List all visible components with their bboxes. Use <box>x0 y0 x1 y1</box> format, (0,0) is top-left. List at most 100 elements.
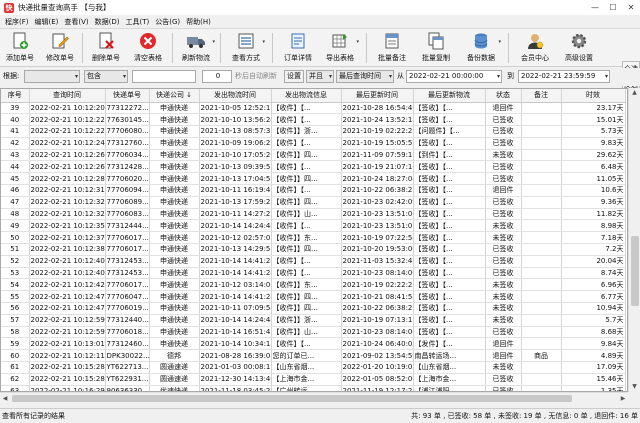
table-row[interactable]: 50 2022-02-21 10:12:37 77706017... 申通快递 2021… <box>1 231 626 245</box>
cell-query-time: 2022-02-21 10:12:28 <box>29 172 106 186</box>
table-row[interactable]: 43 2022-02-21 10:12:26 77706034... 申通快递 2021… <box>1 149 626 162</box>
table-row[interactable]: 63 2022-02-21 10:16:29 90636330... 优速快递 2021… <box>1 385 626 391</box>
auto-refresh-settings-button[interactable]: 设置 <box>284 70 304 83</box>
cell-tracking-number: 77706017... <box>105 231 150 245</box>
to-datetime-picker[interactable]: 2022-02-21 23:59:59 ▾ <box>518 70 610 83</box>
chevron-down-icon: ▾ <box>262 39 265 45</box>
cell-note <box>521 208 562 221</box>
export-table-button[interactable]: 导出表格 ▾ <box>322 31 359 66</box>
scroll-left-arrow-icon[interactable]: ◀ <box>0 393 10 404</box>
menu-notice[interactable]: 公告(G) <box>152 17 183 27</box>
table-row[interactable]: 41 2022-02-21 10:12:22 77706080... 申通快递 2021… <box>1 125 626 138</box>
table-row[interactable]: 44 2022-02-21 10:12:26 77312428... 申通快递 2021… <box>1 160 626 174</box>
title-bar[interactable]: 快 快递批量查询高手 【与我】 — ☐ ✕ <box>0 0 640 15</box>
table-row[interactable]: 59 2022-02-21 10:13:01 77312460... 申通快递 2021… <box>1 337 626 351</box>
table-row[interactable]: 60 2022-02-21 10:12:11 DPK30022... 德邦 2021-0… <box>1 349 626 363</box>
maximize-button[interactable]: ☐ <box>604 0 622 15</box>
table-row[interactable]: 48 2022-02-21 10:12:32 77706083... 申通快递 2021… <box>1 208 626 221</box>
view-mode-button[interactable]: 查看方式 ▾ <box>228 31 265 66</box>
scroll-right-arrow-icon[interactable]: ▶ <box>618 393 628 404</box>
cell-tracking-number: 77706080... <box>105 125 150 138</box>
col-header-index[interactable]: 序号 <box>1 89 30 103</box>
cell-ship-info: 【收件】】四... <box>271 149 342 162</box>
menu-view[interactable]: 查看(V) <box>61 17 91 27</box>
table-row[interactable]: 61 2022-02-21 10:15:28 YT622713... 圆通速递 2021… <box>1 361 626 374</box>
cell-ship-info: 【上海市金... <box>271 373 342 386</box>
table-row[interactable]: 45 2022-02-21 10:12:28 77706020... 申通快递 2021… <box>1 172 626 186</box>
cell-duration: 9.36天 <box>561 196 626 209</box>
table-row[interactable]: 62 2022-02-21 10:15:28 YT622931... 圆通速递 2021… <box>1 373 626 386</box>
col-header-last-update-info[interactable]: 最后更新物流 <box>413 89 486 103</box>
table-row[interactable]: 52 2022-02-21 10:12:40 77312453... 申通快递 2021… <box>1 255 626 268</box>
edit-number-button[interactable]: 修改单号 <box>44 31 76 66</box>
cell-tracking-number: 77312272... <box>105 102 150 115</box>
cell-query-time: 2022-02-21 10:12:22 <box>29 125 106 138</box>
filter-keyword-input[interactable] <box>132 70 196 83</box>
col-header-status[interactable]: 状态 <box>485 89 522 103</box>
col-header-courier[interactable]: 快递公司 ↓ <box>149 89 200 103</box>
member-center-button[interactable]: 会员中心 <box>516 31 554 66</box>
table-row[interactable]: 57 2022-02-21 10:12:59 77312440... 申通快递 2021… <box>1 314 626 327</box>
cell-courier: 申通快递 <box>149 184 200 197</box>
filter-field-select[interactable]: ▾ <box>24 70 80 83</box>
menu-data[interactable]: 数据(D) <box>92 17 123 27</box>
col-header-duration[interactable]: 时效 <box>561 89 626 103</box>
clear-table-button[interactable]: 清空表格 <box>130 31 166 66</box>
table-row[interactable]: 53 2022-02-21 10:12:40 77312453... 申通快递 2021… <box>1 267 626 280</box>
delete-number-button[interactable]: 删除单号 <box>90 31 122 66</box>
table-row[interactable]: 54 2022-02-21 10:12:42 77706017... 申通快递 2021… <box>1 278 626 292</box>
menu-help[interactable]: 帮助(H) <box>183 17 214 27</box>
cell-last-update-time: 2021-10-23 13:51:01 <box>341 219 414 233</box>
filter-logic-select[interactable]: 并且 ▾ <box>306 70 334 83</box>
table-row[interactable]: 47 2022-02-21 10:12:32 77706089... 申通快递 2021… <box>1 196 626 209</box>
table-row[interactable]: 55 2022-02-21 10:12:47 77706047... 申通快递 2021… <box>1 290 626 304</box>
cell-query-time: 2022-02-21 10:15:28 <box>29 373 106 386</box>
backup-data-button[interactable]: 备份数据 ▾ <box>462 31 501 66</box>
cell-last-update-time: 2021-10-23 08:14:00 <box>341 326 414 339</box>
add-number-button[interactable]: 添加单号 <box>4 31 36 66</box>
time-field-select[interactable]: 最后查询时间 ▾ <box>336 70 394 83</box>
order-detail-button[interactable]: 订单详情 <box>280 31 316 66</box>
filter-match-select[interactable]: 包含 ▾ <box>84 70 128 83</box>
minimize-button[interactable]: — <box>586 0 604 15</box>
batch-note-button[interactable]: 批量备注 <box>374 31 410 66</box>
close-button[interactable]: ✕ <box>622 0 640 15</box>
menu-edit[interactable]: 编辑(E) <box>32 17 62 27</box>
col-header-ship-time[interactable]: 发出物流时间 <box>199 89 272 103</box>
table-row[interactable]: 40 2022-02-21 10:12:22 77630145... 申通快递 2021… <box>1 113 626 127</box>
table-row[interactable]: 51 2022-02-21 10:12:38 77706017... 申通快递 2021… <box>1 243 626 256</box>
chevron-down-icon: ▾ <box>388 73 392 80</box>
col-header-tracking-number[interactable]: 快递单号 <box>105 89 150 103</box>
cell-index: 53 <box>1 267 30 280</box>
vertical-scrollbar[interactable]: ▲ ▼ <box>628 88 640 392</box>
menu-program[interactable]: 程序(F) <box>2 17 32 27</box>
vertical-scroll-thumb[interactable] <box>631 236 639 306</box>
chevron-down-icon: ▾ <box>356 39 359 45</box>
col-header-note[interactable]: 备注 <box>521 89 562 103</box>
cell-courier: 申通快递 <box>149 149 200 162</box>
from-datetime-picker[interactable]: 2022-02-21 00:00:00 ▾ <box>406 70 502 83</box>
cell-last-update-info: 【签收】【... <box>413 243 486 256</box>
table-row[interactable]: 46 2022-02-21 10:12:31 77706094... 申通快递 2021… <box>1 184 626 197</box>
table-row[interactable]: 58 2022-02-21 10:12:59 77706018... 申通快递 2021… <box>1 326 626 339</box>
scroll-down-arrow-icon[interactable]: ▼ <box>629 382 640 392</box>
menu-tools[interactable]: 工具(T) <box>123 17 153 27</box>
scroll-up-arrow-icon[interactable]: ▲ <box>629 88 640 98</box>
col-header-last-update-time[interactable]: 最后更新时间 <box>341 89 414 103</box>
table-row[interactable]: 49 2022-02-21 10:12:35 77312444... 申通快递 2021… <box>1 219 626 233</box>
batch-copy-button[interactable]: 批量复制 <box>418 31 454 66</box>
cell-status: 已签收 <box>485 326 522 339</box>
cell-query-time: 2022-02-21 10:12:59 <box>29 314 106 327</box>
table-row[interactable]: 42 2022-02-21 10:12:24 77312760... 申通快递 2021… <box>1 137 626 150</box>
horizontal-scroll-thumb[interactable] <box>12 395 572 402</box>
cell-ship-time: 2021-10-13 09:39:57 <box>199 160 272 174</box>
table-row[interactable]: 56 2022-02-21 10:12:47 77706019... 申通快递 2021… <box>1 302 626 315</box>
col-header-ship-info[interactable]: 发出物流信息 <box>271 89 342 103</box>
horizontal-scrollbar[interactable]: ◀ ▶ <box>0 392 628 403</box>
table-row[interactable]: 39 2022-02-21 10:12:20 77312272... 申通快递 2021… <box>1 102 626 115</box>
cell-courier: 申通快递 <box>149 255 200 268</box>
advanced-settings-button[interactable]: 高级设置 <box>560 31 598 66</box>
auto-refresh-seconds-input[interactable]: 0 <box>202 70 232 83</box>
refresh-logistics-button[interactable]: 刷新物流 ▾ <box>178 31 215 66</box>
col-header-query-time[interactable]: 查询时间 <box>29 89 106 103</box>
